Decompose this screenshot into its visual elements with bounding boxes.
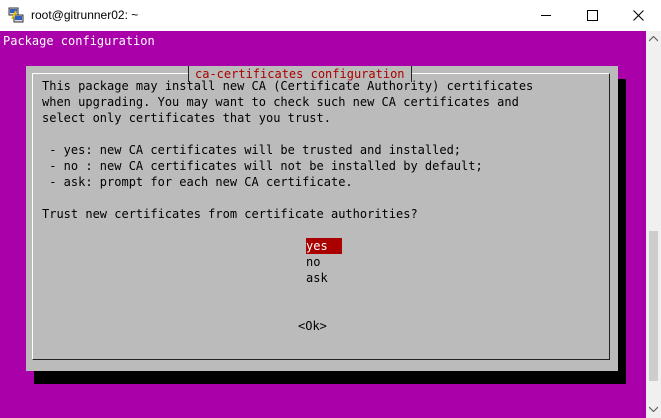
choice-yes[interactable]: yes — [306, 238, 342, 254]
question-text: Trust new certificates from certificate … — [42, 207, 418, 221]
maximize-icon — [587, 10, 598, 21]
terminal-screen[interactable]: Package configuration ca-certificates co… — [0, 31, 646, 418]
chevron-down-icon — [649, 406, 658, 412]
ok-button[interactable]: <Ok> — [298, 318, 327, 334]
choice-ask[interactable]: ask — [306, 270, 328, 286]
vertical-scrollbar[interactable] — [646, 31, 661, 418]
option-description-line: - no : new CA certificates will not be i… — [42, 159, 483, 173]
minimize-icon — [541, 15, 551, 16]
scroll-down-button[interactable] — [646, 401, 661, 418]
choice-no[interactable]: no — [306, 254, 320, 270]
minimize-button[interactable] — [523, 0, 569, 31]
debconf-dialog: ca-certificates configuration This packa… — [26, 66, 618, 371]
description-line: This package may install new CA (Certifi… — [42, 79, 534, 93]
close-icon — [633, 10, 644, 21]
window-title: root@gitrunner02: ~ — [31, 8, 139, 22]
option-description-line: - yes: new CA certificates will be trust… — [42, 143, 462, 157]
putty-app-icon[interactable] — [8, 7, 24, 23]
terminal-header: Package configuration — [3, 34, 155, 48]
maximize-button[interactable] — [569, 0, 615, 31]
chevron-up-icon — [649, 36, 658, 42]
close-button[interactable] — [615, 0, 661, 31]
scrollbar-thumb[interactable] — [649, 231, 658, 381]
scroll-up-button[interactable] — [646, 31, 661, 48]
window-titlebar[interactable]: root@gitrunner02: ~ — [0, 0, 661, 31]
description-line: when upgrading. You may want to check su… — [42, 95, 519, 109]
description-line: select only certificates that you trust. — [42, 111, 331, 125]
option-description-line: - ask: prompt for each new CA certificat… — [42, 175, 353, 189]
